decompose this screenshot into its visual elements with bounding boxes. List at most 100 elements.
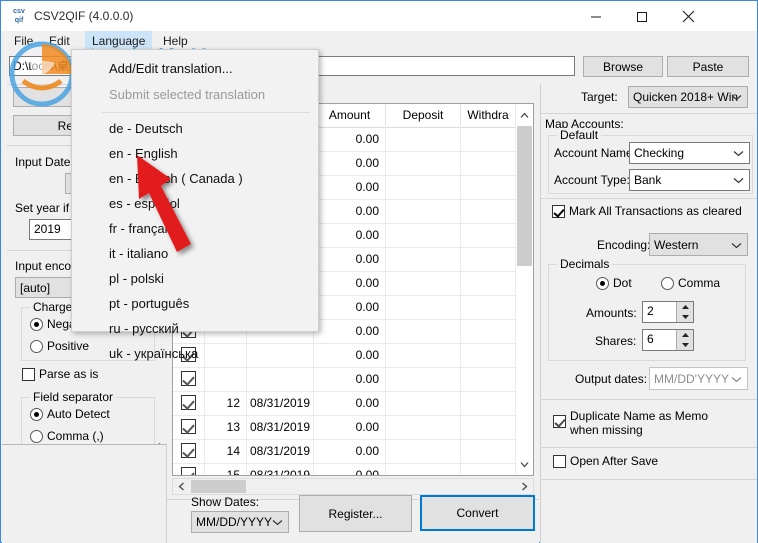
cell-withdrawal[interactable] [461,247,516,271]
cell-amount[interactable]: 0.00 [314,247,386,271]
grid-horizontal-scrollbar[interactable] [172,478,534,495]
menu-item-lang-de[interactable]: de - Deutsch [73,116,319,142]
cell-withdrawal[interactable] [461,463,516,475]
scroll-left-icon[interactable] [173,479,190,494]
grid-vscroll-thumb[interactable] [517,126,532,266]
grid-header-withdrawal[interactable]: Withdrа [461,104,516,126]
stepper-up-icon[interactable] [677,302,693,312]
open-after-save-checkbox[interactable]: Open After Save [553,454,658,468]
output-dates-combo[interactable]: MM/DD'YYYY [649,367,748,390]
cell-num[interactable]: 12 [205,391,247,415]
cell-withdrawal[interactable] [461,175,516,199]
scroll-down-icon[interactable] [516,453,533,475]
scroll-right-icon[interactable] [516,479,533,494]
row-checkbox-icon[interactable] [181,419,196,434]
account-type-combo[interactable]: Bank [629,169,750,191]
stepper-down-icon[interactable] [677,312,693,322]
cell-deposit[interactable] [386,319,461,343]
cell-amount[interactable]: 0.00 [314,367,386,391]
stepper-buttons[interactable] [676,330,693,350]
browse-button[interactable]: Browse [583,56,663,77]
cell-withdrawal[interactable] [461,271,516,295]
cell-amount[interactable]: 0.00 [314,439,386,463]
cell-amount[interactable]: 0.00 [314,391,386,415]
radio-decimal-dot[interactable]: Dot [596,276,632,290]
stepper-buttons[interactable] [676,302,693,322]
cell-deposit[interactable] [386,127,461,151]
row-checkbox-icon[interactable] [181,443,196,458]
maximize-button[interactable] [619,1,665,32]
cell-date[interactable]: 08/31/2019 [247,463,314,475]
menu-item-lang-ru[interactable]: ru - русский [73,316,319,342]
stepper-down-icon[interactable] [677,340,693,350]
cell-deposit[interactable] [386,199,461,223]
cell-amount[interactable]: 0.00 [314,295,386,319]
paste-button[interactable]: Paste [667,56,749,77]
menu-item-lang-pl[interactable]: pl - polski [73,266,319,292]
grid-hscroll-thumb[interactable] [191,480,246,493]
menu-edit[interactable]: Edit [42,31,77,51]
radio-sep-comma[interactable]: Comma (,) [30,429,104,443]
table-row[interactable]: 12 08/31/2019 0.00 [173,391,533,416]
cell-withdrawal[interactable] [461,439,516,463]
row-select-cell[interactable] [173,439,205,463]
menu-file[interactable]: File [7,31,40,51]
scroll-up-icon[interactable] [516,104,533,126]
cell-deposit[interactable] [386,391,461,415]
menu-language[interactable]: Language [85,31,153,51]
register-button[interactable]: Register... [299,495,412,532]
table-row[interactable]: 0.00 [173,367,533,392]
cell-deposit[interactable] [386,343,461,367]
mark-cleared-checkbox[interactable]: Mark All Transactions as cleared [552,204,742,218]
row-select-cell[interactable] [173,367,205,391]
cell-withdrawal[interactable] [461,343,516,367]
cell-date[interactable]: 08/31/2019 [247,391,314,415]
close-button[interactable] [665,1,711,32]
menu-item-add-edit-translation[interactable]: Add/Edit translation... [73,56,319,82]
cell-amount[interactable]: 0.00 [314,343,386,367]
cell-withdrawal[interactable] [461,199,516,223]
cell-deposit[interactable] [386,175,461,199]
cell-num[interactable] [205,367,247,391]
cell-withdrawal[interactable] [461,223,516,247]
menu-item-lang-pt[interactable]: pt - português [73,291,319,317]
menu-item-lang-en-ca[interactable]: en - English ( Canada ) [73,166,319,192]
menu-item-lang-es[interactable]: es - español [73,191,319,217]
parse-as-is-checkbox[interactable]: Parse as is [22,367,98,381]
table-row[interactable]: 14 08/31/2019 0.00 [173,439,533,464]
cell-num[interactable]: 15 [205,463,247,475]
cell-date[interactable]: 08/31/2019 [247,415,314,439]
radio-decimal-comma[interactable]: Comma [661,276,720,290]
menu-item-lang-en[interactable]: en - English [73,141,319,167]
cell-withdrawal[interactable] [461,415,516,439]
shares-stepper[interactable]: 6 [642,329,694,351]
cell-deposit[interactable] [386,439,461,463]
cell-amount[interactable]: 0.00 [314,223,386,247]
cell-num[interactable]: 13 [205,415,247,439]
amounts-stepper[interactable]: 2 [642,301,694,323]
cell-deposit[interactable] [386,295,461,319]
cell-amount[interactable]: 0.00 [314,175,386,199]
account-name-combo[interactable]: Checking [629,142,750,164]
cell-deposit[interactable] [386,463,461,475]
cell-amount[interactable]: 0.00 [314,271,386,295]
menu-item-lang-it[interactable]: it - italiano [73,241,319,267]
duplicate-name-memo-checkbox[interactable]: Duplicate Name as Memo when missing [553,409,710,437]
cell-amount[interactable]: 0.00 [314,151,386,175]
row-select-cell[interactable] [173,415,205,439]
cell-date[interactable] [247,367,314,391]
cell-date[interactable]: 08/31/2019 [247,439,314,463]
menu-help[interactable]: Help [156,31,195,51]
cell-amount[interactable]: 0.00 [314,199,386,223]
cell-deposit[interactable] [386,247,461,271]
table-row[interactable]: 15 08/31/2019 0.00 [173,463,533,475]
cell-withdrawal[interactable] [461,151,516,175]
cell-deposit[interactable] [386,223,461,247]
cell-deposit[interactable] [386,151,461,175]
convert-button[interactable]: Convert [420,495,535,531]
cell-deposit[interactable] [386,271,461,295]
target-combo[interactable]: Quicken 2018+ Win [628,86,748,108]
menu-item-lang-uk[interactable]: uk - українська [73,341,319,367]
show-dates-combo[interactable]: MM/DD/YYYY [191,511,289,533]
grid-header-amount[interactable]: Amount [314,104,386,126]
